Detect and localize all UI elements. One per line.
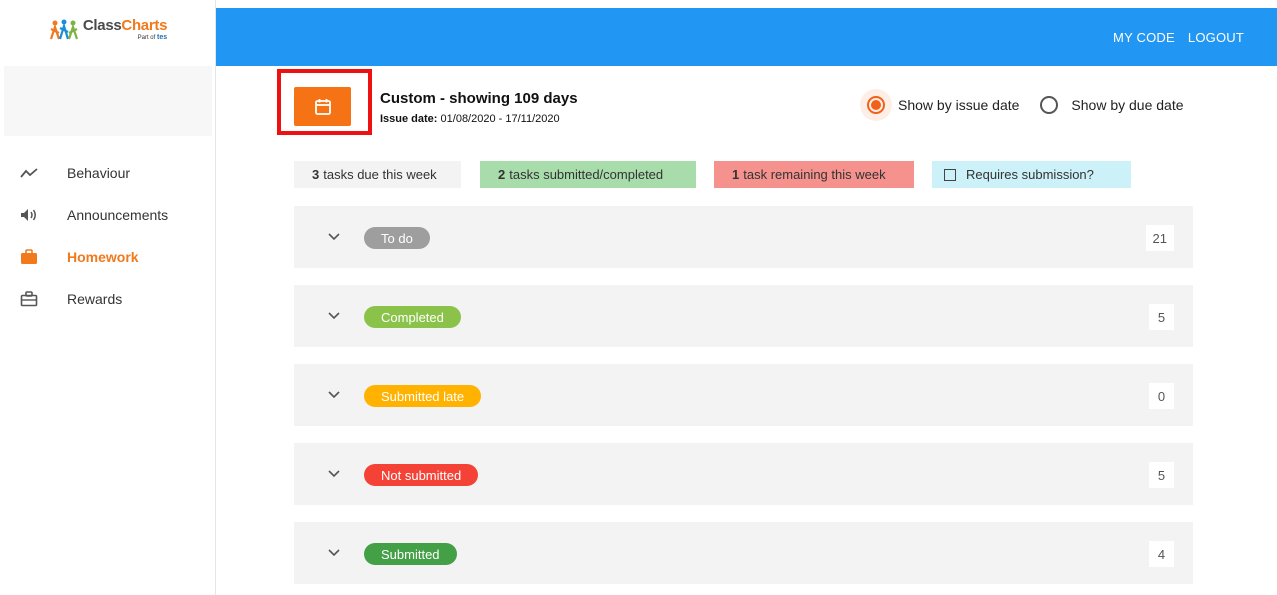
sidebar-item-homework[interactable]: Homework	[0, 236, 216, 278]
show-by-issue-date-radio[interactable]: Show by issue date	[860, 89, 1019, 121]
briefcase-icon	[20, 248, 38, 266]
trend-line-icon	[20, 164, 38, 182]
chevron-down-icon[interactable]	[327, 546, 341, 560]
due-this-week-chip: 3 tasks due this week	[294, 161, 461, 188]
status-count: 5	[1149, 462, 1174, 488]
status-count: 21	[1145, 225, 1174, 251]
status-row-submitted-late[interactable]: Submitted late 0	[294, 364, 1193, 426]
status-count: 5	[1149, 304, 1174, 330]
status-count: 4	[1149, 541, 1174, 567]
sidebar-item-label: Rewards	[67, 291, 123, 307]
requires-submission-label: Requires submission?	[966, 167, 1094, 182]
remaining-text: task remaining this week	[743, 167, 886, 182]
sidebar-item-label: Behaviour	[67, 165, 131, 181]
chevron-down-icon[interactable]	[327, 309, 341, 323]
sidebar-nav: Behaviour Announcements Homework Rewards	[0, 152, 216, 320]
radio-selected-icon	[867, 96, 885, 114]
status-row-to-do[interactable]: To do 21	[294, 206, 1193, 268]
logo-part-of: Part of	[137, 35, 156, 41]
issue-date-range: Issue date: 01/08/2020 - 17/11/2020	[380, 113, 560, 125]
radio-label: Show by due date	[1071, 97, 1184, 113]
my-code-link[interactable]: MY CODE	[1113, 30, 1175, 45]
issue-date-label: Issue date:	[380, 113, 438, 125]
radio-label: Show by issue date	[898, 97, 1020, 113]
logo-class-text: Class	[82, 17, 122, 34]
status-pill: Completed	[364, 306, 461, 328]
status-row-submitted[interactable]: Submitted 4	[294, 522, 1193, 584]
due-count: 3	[312, 167, 320, 182]
classcharts-logo: ClassCharts Part of tes	[49, 18, 167, 41]
status-pill: Submitted	[364, 543, 457, 565]
status-row-completed[interactable]: Completed 5	[294, 285, 1193, 347]
sidebar: ClassCharts Part of tes Behaviour Announ…	[0, 0, 216, 595]
speaker-icon	[20, 206, 38, 224]
submitted-text: tasks submitted/completed	[509, 167, 664, 182]
status-pill: Not submitted	[364, 464, 479, 486]
sidebar-item-announcements[interactable]: Announcements	[0, 194, 216, 236]
logo[interactable]: ClassCharts Part of tes	[0, 8, 216, 66]
sidebar-item-behaviour[interactable]: Behaviour	[0, 152, 216, 194]
submitted-count: 2	[498, 167, 506, 182]
logo-charts-text: Charts	[121, 17, 168, 34]
sidebar-item-rewards[interactable]: Rewards	[0, 278, 216, 320]
status-count: 0	[1149, 383, 1174, 409]
radio-unselected-icon	[1040, 96, 1059, 114]
people-logo-icon	[49, 19, 78, 39]
checkbox-icon[interactable]	[944, 168, 956, 181]
status-pill: Submitted late	[364, 385, 482, 407]
logout-link[interactable]: LOGOUT	[1188, 30, 1244, 45]
chevron-down-icon[interactable]	[327, 230, 341, 244]
requires-submission-filter[interactable]: Requires submission?	[932, 161, 1131, 188]
logo-tes: tes	[157, 34, 168, 41]
view-toggle: Show by issue date Show by due date	[860, 89, 1198, 121]
chevron-down-icon[interactable]	[327, 467, 341, 481]
show-by-due-date-radio[interactable]: Show by due date	[1033, 89, 1184, 121]
date-range-button[interactable]	[294, 87, 351, 126]
status-pill: To do	[364, 227, 430, 249]
chevron-down-icon[interactable]	[327, 388, 341, 402]
sidebar-item-label: Homework	[67, 249, 139, 265]
submitted-completed-chip: 2 tasks submitted/completed	[480, 161, 696, 188]
issue-date-value: 01/08/2020 - 17/11/2020	[440, 113, 560, 125]
app-frame: ClassCharts Part of tes Behaviour Announ…	[0, 0, 1277, 595]
remaining-count: 1	[732, 167, 740, 182]
top-bar: MY CODE LOGOUT	[216, 8, 1277, 66]
status-row-not-submitted[interactable]: Not submitted 5	[294, 443, 1193, 505]
sidebar-spacer	[4, 66, 212, 136]
sidebar-item-label: Announcements	[67, 207, 169, 223]
calendar-icon	[314, 98, 331, 115]
gift-box-icon	[20, 290, 38, 308]
remaining-this-week-chip: 1 task remaining this week	[714, 161, 914, 188]
date-range-title: Custom - showing 109 days	[380, 90, 578, 107]
due-text: tasks due this week	[323, 167, 437, 182]
